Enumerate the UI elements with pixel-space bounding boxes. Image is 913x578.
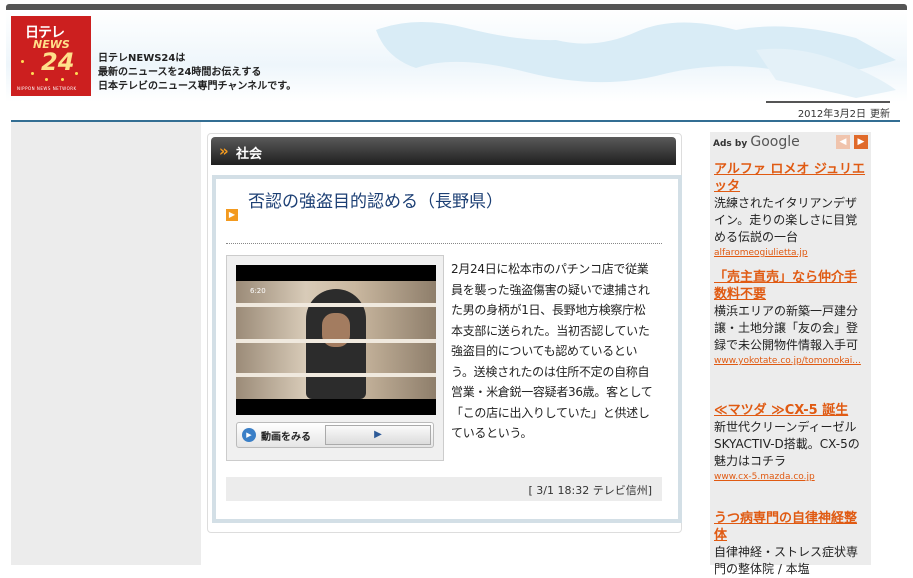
ads-header-prefix: Ads by: [713, 139, 748, 149]
watch-video-button[interactable]: ▶ 動画をみる ▶: [236, 422, 434, 448]
ads-by-google[interactable]: Ads by Google: [713, 134, 800, 150]
ad-url[interactable]: www.cx-5.mazda.co.jp: [714, 472, 868, 482]
world-map-decoration: [376, 21, 896, 98]
ads-next-button[interactable]: ▶: [854, 135, 868, 149]
updated-date-suffix: 更新: [870, 109, 890, 120]
ad-description: 自律神経・ストレス症状専門の整体院 / 本塩: [714, 545, 859, 576]
tagline-line-2: 最新のニュースを24時間お伝えする: [98, 67, 262, 78]
updated-date: 2012年3月2日 更新: [766, 101, 890, 120]
article-body: 2月24日に松本市のパチンコ店で従業員を襲った強盗傷害の疑いで逮捕された男の身柄…: [451, 262, 653, 440]
video-scene: [236, 281, 436, 399]
category-arrow-icon: »: [219, 142, 229, 160]
article-box: ▶ 否認の強盗目的認める（長野県） 6:20 ▶ 動画をみる ▶ 2月24日に松…: [212, 175, 682, 523]
ad-description: 洗練されたイタリアンデザイン。走りの楽しさに目覚める伝説の一台: [714, 196, 858, 244]
ad-description: 横浜エリアの新築一戸建分譲・土地分譲「友の会」登録で未公開物件情報入手可: [714, 304, 859, 352]
google-logo: Google: [750, 134, 800, 150]
credit-bar: [ 3/1 18:32 テレビ信州]: [226, 477, 662, 501]
play-button[interactable]: ▶: [325, 425, 431, 445]
tagline-line-1: 日テレNEWS24は: [98, 53, 186, 64]
ad-item[interactable]: ≪マツダ ≫CX-5 誕生 新世代クリーンディーゼルSKYACTIV-D搭載。C…: [714, 402, 868, 482]
logo-line-3: 24: [41, 48, 75, 76]
ad-title[interactable]: 「売主直売」なら仲介手数料不要: [714, 269, 868, 303]
ad-url[interactable]: alfaromeogiulietta.jp: [714, 248, 868, 258]
site-header: 日テレ NEWS 24 NIPPON NEWS NETWORK 日テレNEWS2…: [6, 10, 907, 102]
article-credit: [ 3/1 18:32 テレビ信州]: [528, 484, 652, 497]
ad-item[interactable]: 「売主直売」なら仲介手数料不要 横浜エリアの新築一戸建分譲・土地分譲「友の会」登…: [714, 269, 868, 366]
ad-title[interactable]: ≪マツダ ≫CX-5 誕生: [714, 402, 868, 419]
article-panel: » 社会 ▶ 否認の強盗目的認める（長野県） 6:20 ▶ 動画をみる ▶ 2月…: [207, 133, 682, 533]
ad-item[interactable]: うつ病専門の自律神経整体 自律神経・ストレス症状専門の整体院 / 本塩: [714, 510, 868, 578]
updated-date-value: 2012年3月2日: [797, 109, 866, 120]
ads-prev-button[interactable]: ◀: [836, 135, 850, 149]
ad-title[interactable]: アルファ ロメオ ジュリエッタ: [714, 161, 868, 195]
category-bar: » 社会: [211, 137, 676, 165]
ad-title[interactable]: うつ病専門の自律神経整体: [714, 510, 868, 544]
ntv-news24-logo[interactable]: 日テレ NEWS 24 NIPPON NEWS NETWORK: [11, 16, 91, 96]
video-thumbnail[interactable]: 6:20: [236, 265, 436, 415]
site-tagline: 日テレNEWS24は 最新のニュースを24時間お伝えする 日本テレビのニュース専…: [98, 52, 296, 94]
video-timestamp: 6:20: [250, 287, 266, 295]
ads-sidebar: Ads by Google ◀ ▶ アルファ ロメオ ジュリエッタ 洗練されたイ…: [710, 132, 871, 576]
category-label[interactable]: 社会: [236, 143, 262, 162]
play-circle-icon: ▶: [242, 428, 256, 442]
tagline-line-3: 日本テレビのニュース専門チャンネルです。: [98, 81, 297, 92]
bullet-arrow-icon: ▶: [226, 209, 238, 221]
ad-url[interactable]: www.yokotate.co.jp/tomonokai...: [714, 356, 868, 366]
ad-description: 新世代クリーンディーゼルSKYACTIV-D搭載。CX-5の魅力はコチラ: [714, 420, 860, 468]
logo-tagline: NIPPON NEWS NETWORK: [17, 86, 77, 91]
left-column: [11, 122, 201, 565]
article-headline: 否認の強盗目的認める（長野県）: [248, 192, 503, 212]
ad-item[interactable]: アルファ ロメオ ジュリエッタ 洗練されたイタリアンデザイン。走りの楽しさに目覚…: [714, 161, 868, 258]
watch-video-label: 動画をみる: [261, 432, 311, 443]
video-player: 6:20 ▶ 動画をみる ▶: [226, 255, 444, 461]
headline-divider: [226, 243, 662, 244]
